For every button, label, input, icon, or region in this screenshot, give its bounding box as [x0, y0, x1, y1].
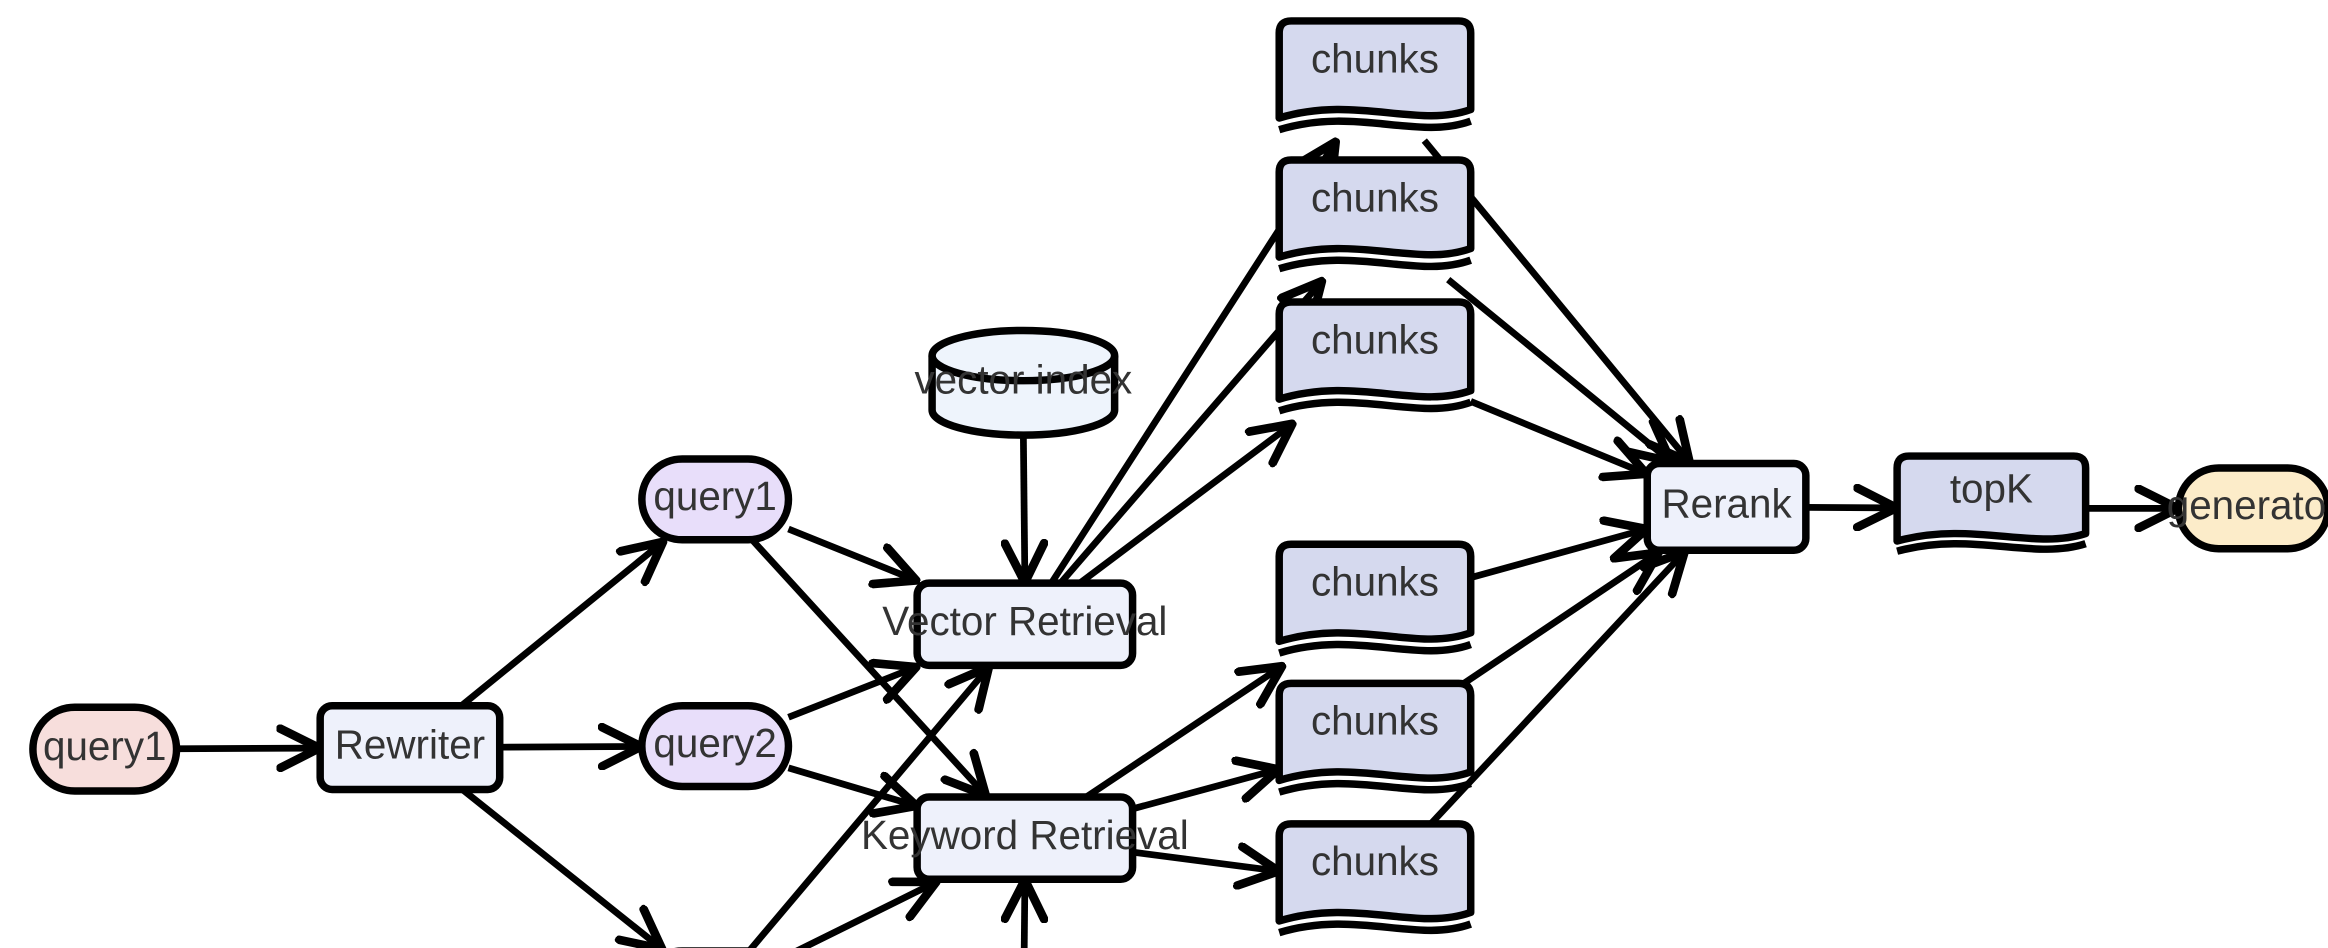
flowchart-canvas: query1Rewriterquery1query2query3vector i… [0, 0, 2328, 948]
node-c1[interactable]: chunks [1275, 17, 1475, 134]
node-rewriter[interactable]: Rewriter [316, 702, 504, 794]
document-wave [1278, 920, 1472, 937]
node-rerank[interactable]: Rerank [1643, 459, 1810, 554]
node-generator[interactable]: generator [2167, 464, 2328, 553]
edge-q_in-to-rewriter [176, 748, 316, 749]
edge-kidx-to-kret [1023, 884, 1024, 948]
document-wave [1896, 540, 2087, 555]
edge-kret-to-c5 [1131, 770, 1275, 813]
edge-q1-to-vret [787, 525, 912, 579]
edge-c4-to-rerank [1469, 530, 1643, 581]
node-c2[interactable]: chunks [1275, 156, 1475, 273]
document-shape [1275, 298, 1475, 403]
edge-rewriter-to-q3 [460, 786, 659, 948]
edge-rewriter-to-q2 [499, 747, 638, 748]
document-shape [1893, 452, 2090, 545]
node-q2[interactable]: query2 [638, 702, 793, 791]
edge-kret-to-c6 [1132, 852, 1275, 871]
document-shape [1275, 17, 1475, 122]
stadium-shape [2174, 464, 2328, 553]
flowchart-svg: query1Rewriterquery1query2query3vector i… [29, 17, 2328, 948]
document-wave [1278, 779, 1472, 796]
document-shape [1275, 820, 1475, 925]
node-c6[interactable]: chunks [1275, 820, 1475, 937]
rect-shape [913, 579, 1137, 670]
edge-vret-to-c3 [1077, 426, 1289, 586]
edge-q3-to-kret [795, 884, 932, 948]
edge-q2-to-kret [787, 764, 912, 805]
document-wave [1278, 398, 1472, 415]
node-layer: query1Rewriterquery1query2query3vector i… [29, 17, 2328, 948]
node-q1[interactable]: query1 [638, 455, 793, 544]
edge-layer [176, 141, 2174, 948]
node-vret[interactable]: Vector Retrieval [882, 579, 1167, 670]
document-shape [1275, 156, 1475, 261]
node-vidx[interactable]: vector index [914, 326, 1132, 439]
document-wave [1278, 117, 1472, 134]
document-shape [1275, 679, 1475, 785]
node-c5[interactable]: chunks [1275, 679, 1475, 796]
edge-rewriter-to-q1 [459, 544, 660, 709]
document-wave [1278, 256, 1472, 273]
stadium-shape [638, 455, 793, 544]
rect-shape [1643, 459, 1810, 554]
stadium-shape [29, 703, 181, 795]
rect-shape [913, 793, 1137, 883]
node-topk[interactable]: topK [1893, 452, 2090, 555]
stadium-shape [638, 702, 793, 791]
node-c3[interactable]: chunks [1275, 298, 1475, 415]
edge-vidx-to-vret [1023, 435, 1024, 579]
edge-c3-to-rerank [1469, 398, 1643, 472]
rect-shape [316, 702, 504, 794]
node-q_in[interactable]: query1 [29, 703, 181, 795]
document-wave [1278, 640, 1472, 657]
node-c4[interactable]: chunks [1275, 540, 1475, 657]
document-shape [1275, 540, 1475, 646]
